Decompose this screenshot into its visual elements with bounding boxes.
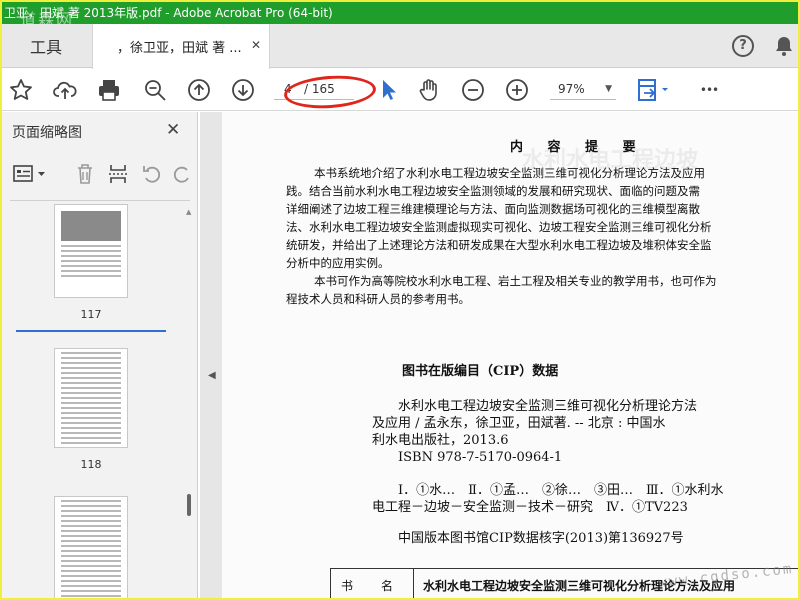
tab-tools[interactable]: 工具 — [2, 24, 90, 68]
sidebar-close-icon[interactable]: ✕ — [166, 120, 180, 140]
tab-close-icon[interactable]: ✕ — [251, 38, 261, 52]
summary-line: 详细阐述了边坡工程三维建模理论与方法、面向监测数据场可视化的三维模型离散 — [286, 202, 700, 216]
chevron-down-icon: ▼ — [605, 84, 612, 94]
app-window: 卫亚，田斌 著 2013年版.pdf - Adobe Acrobat Pro (… — [2, 2, 798, 598]
zoom-out-search-icon[interactable] — [142, 77, 168, 103]
bell-icon[interactable] — [772, 34, 796, 58]
insert-pages-icon[interactable] — [106, 162, 130, 186]
cip-line: 电工程－边坡－安全监测－技术－研究 Ⅳ．①TV223 — [372, 500, 688, 515]
zoom-value: 97% — [558, 82, 585, 96]
help-icon[interactable]: ? — [732, 35, 754, 57]
page-fit-icon[interactable] — [636, 77, 672, 103]
hand-icon[interactable] — [416, 77, 442, 103]
delete-icon[interactable] — [74, 162, 96, 186]
tab-document-label: ，徐卫亚，田斌 著 ... — [117, 41, 242, 56]
zoom-select[interactable]: 97% ▼ — [550, 78, 616, 100]
summary-line: 本书可作为高等院校水利水电工程、岩土工程及相关专业的教学用书，也可作为 — [314, 274, 717, 288]
cip-line: 及应用 / 孟永东，徐卫亚，田斌著. -- 北京 : 中国水 — [372, 416, 666, 431]
tab-document[interactable]: ，徐卫亚，田斌 著 ... ✕ — [92, 24, 270, 69]
window-title-bar: 卫亚，田斌 著 2013年版.pdf - Adobe Acrobat Pro (… — [2, 2, 798, 24]
page-heading: 内 容 提 要 — [510, 140, 646, 155]
summary-line: 分析中的应用实例。 — [286, 256, 390, 270]
zoom-in-icon[interactable] — [504, 77, 530, 103]
cip-line: 中国版本图书馆CIP数据核字(2013)第136927号 — [398, 531, 684, 546]
document-page: 水利水电工程边坡 内 容 提 要 本书系统地介绍了水利水电工程边坡安全监测三维可… — [222, 112, 798, 598]
cip-line: 利水电出版社，2013.6 — [372, 433, 509, 448]
current-page-indicator — [16, 330, 166, 332]
cip-line: ISBN 978-7-5170-0964-1 — [398, 450, 563, 465]
summary-line: 程技术人员和科研人员的参考用书。 — [286, 292, 470, 306]
summary-line: 法、水利水电工程边坡安全监测虚拟现实可视化、边坡工程安全监测三维可视化分析 — [286, 220, 712, 234]
cip-line: Ⅰ．①水… Ⅱ．①孟… ②徐… ③田… Ⅲ．①水利水 — [398, 483, 724, 498]
rotate-ccw-icon[interactable] — [140, 162, 164, 186]
summary-line: 本书系统地介绍了水利水电工程边坡安全监测三维可视化分析理论方法及应用 — [314, 166, 705, 180]
document-viewport: ◀ 水利水电工程边坡 内 容 提 要 本书系统地介绍了水利水电工程边坡安全监测三… — [200, 112, 798, 598]
scroll-up-arrow-icon[interactable]: ▲ — [186, 208, 191, 216]
thumbnail-page-label: 117 — [80, 308, 102, 321]
sidebar-title: 页面缩略图 — [12, 125, 82, 141]
page-down-icon[interactable] — [230, 77, 256, 103]
thumbnail-sidebar: 页面缩略图 ✕ 117 118 ▲ — [2, 112, 198, 598]
summary-line: 统研发，并给出了上述理论方法和研发成果在大型水利水电工程边坡及堆积体安全监 — [286, 238, 712, 252]
upload-icon[interactable] — [52, 77, 78, 103]
tab-bar: 工具 ，徐卫亚，田斌 著 ... ✕ ? — [2, 24, 798, 69]
scrollbar-thumb[interactable] — [187, 494, 191, 516]
sidebar-scrollbar[interactable]: ▲ — [183, 204, 195, 598]
summary-line: 践。结合当前水利水电工程边坡安全监测领域的发展和研究现状、面临的问题及需 — [286, 184, 700, 198]
rotate-cw-icon[interactable] — [170, 162, 192, 186]
print-icon[interactable] — [96, 77, 122, 103]
thumbnail-list: 117 118 — [2, 204, 182, 598]
zoom-out-icon[interactable] — [460, 77, 486, 103]
sidebar-toolbar — [2, 156, 198, 192]
cip-title: 图书在版编目（CIP）数据 — [402, 364, 559, 379]
page-thumbnail[interactable] — [54, 496, 128, 598]
page-thumbnail[interactable] — [54, 204, 128, 298]
thumbnail-image — [61, 211, 121, 241]
page-up-icon[interactable] — [186, 77, 212, 103]
main-toolbar: 4 / 165 97% ▼ ••• — [2, 69, 798, 112]
more-icon[interactable]: ••• — [696, 77, 722, 103]
collapse-sidebar-arrow-icon[interactable]: ◀ — [208, 370, 216, 381]
cip-line: 水利水电工程边坡安全监测三维可视化分析理论方法 — [398, 399, 698, 414]
thumbnail-options-icon[interactable] — [12, 162, 50, 186]
page-thumbnail[interactable] — [54, 348, 128, 448]
table-divider — [413, 569, 414, 598]
select-cursor-icon[interactable] — [376, 77, 402, 103]
thumbnail-page-label: 118 — [80, 458, 102, 471]
sidebar-divider — [10, 200, 190, 201]
book-title-label: 书名 — [341, 579, 422, 593]
star-icon[interactable] — [8, 77, 34, 103]
